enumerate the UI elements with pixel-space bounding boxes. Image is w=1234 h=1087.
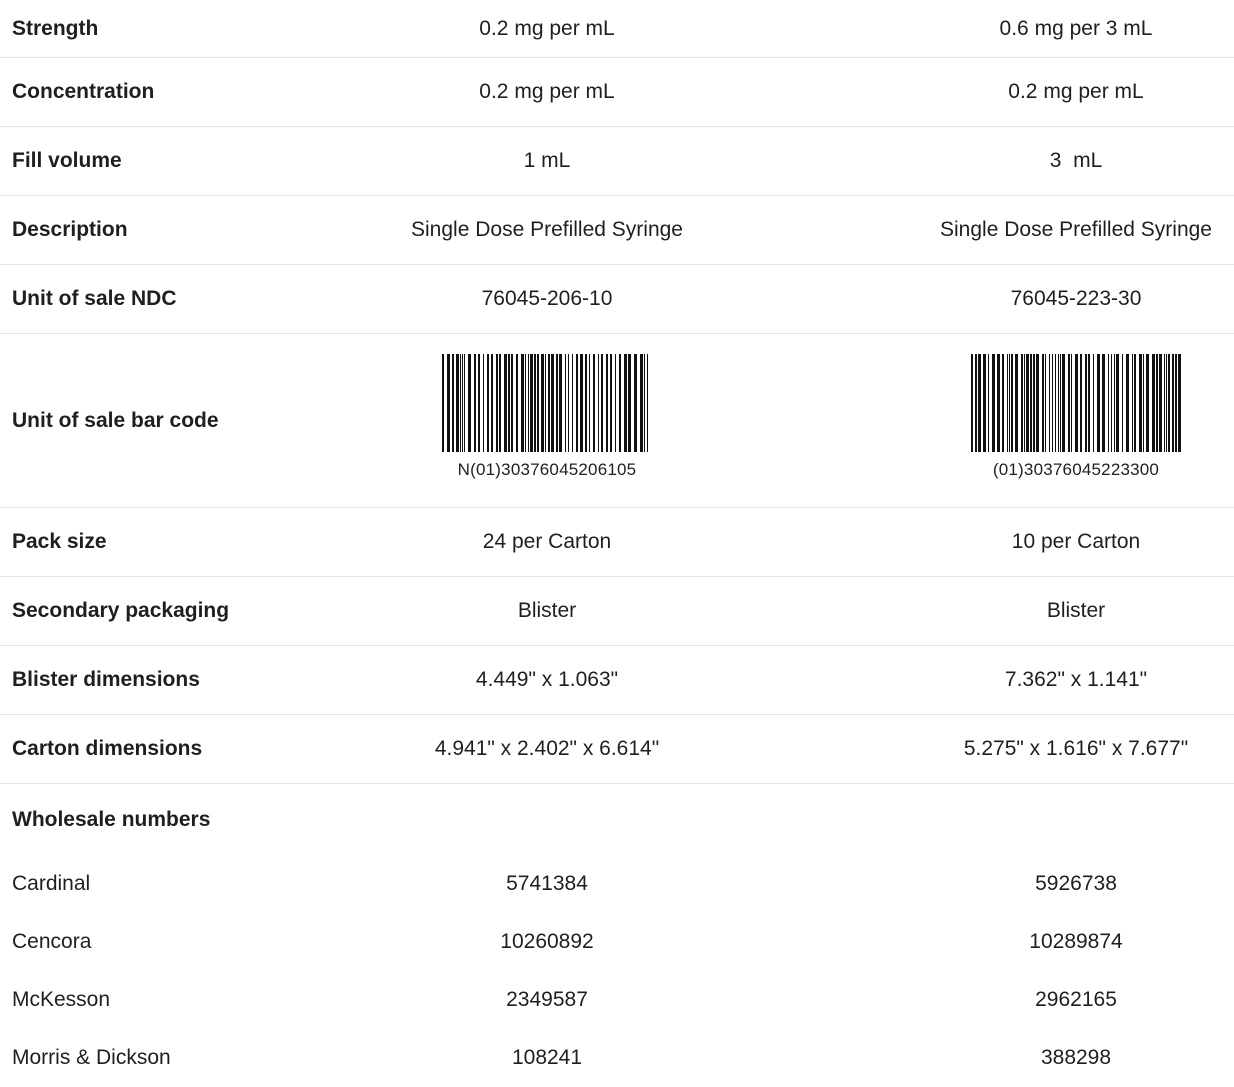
row-label: McKesson: [12, 988, 111, 1011]
row-pack-size: Pack size 24 per Carton 10 per Carton: [0, 508, 1234, 577]
row-unit-of-sale-bar-code: Unit of sale bar code N(01)3037604520610…: [0, 334, 1234, 508]
row-wholesale-morris-dickson: Morris & Dickson 108241 388298: [0, 1029, 1234, 1087]
value-col2: 10289874: [1029, 930, 1123, 953]
row-wholesale-cardinal: Cardinal 5741384 5926738: [0, 855, 1234, 913]
value-col2: 3 mL: [1049, 149, 1103, 172]
value-col1: 10260892: [500, 930, 594, 953]
value-col2: Blister: [1046, 599, 1106, 622]
row-label: Secondary packaging: [12, 599, 230, 622]
row-wholesale-mckesson: McKesson 2349587 2962165: [0, 971, 1234, 1029]
row-blister-dimensions: Blister dimensions 4.449" x 1.063" 7.362…: [0, 646, 1234, 715]
row-label: Strength: [12, 16, 99, 40]
row-wholesale-cencora: Cencora 10260892 10289874: [0, 913, 1234, 971]
value-col1: 2349587: [506, 988, 588, 1011]
barcode-image: [442, 354, 648, 452]
row-secondary-packaging: Secondary packaging Blister Blister: [0, 577, 1234, 646]
row-label: Fill volume: [12, 149, 122, 172]
row-label: Morris & Dickson: [12, 1046, 171, 1069]
value-col2: 2962165: [1035, 988, 1117, 1011]
value-col2: 5926738: [1035, 872, 1117, 895]
row-label: Carton dimensions: [12, 737, 203, 760]
value-col1: 0.2 mg per mL: [479, 80, 615, 103]
value-col2: 10 per Carton: [1011, 530, 1141, 553]
section-heading: Wholesale numbers: [12, 807, 211, 831]
row-label: Blister dimensions: [12, 668, 200, 691]
value-col2: 7.362" x 1.141": [1004, 668, 1148, 691]
row-label: Concentration: [12, 80, 155, 103]
value-col2: Single Dose Prefilled Syringe: [940, 218, 1212, 241]
row-concentration: Concentration 0.2 mg per mL 0.2 mg per m…: [0, 58, 1234, 127]
barcode-text: N(01)30376045206105: [457, 460, 637, 479]
value-col2: 388298: [1040, 1046, 1112, 1069]
value-col2: 0.2 mg per mL: [1008, 80, 1144, 103]
wholesale-numbers-heading: Wholesale numbers: [0, 784, 1234, 855]
row-label: Description: [12, 218, 128, 241]
row-label: Unit of sale bar code: [12, 408, 219, 432]
value-col1: 76045-206-10: [481, 287, 613, 310]
row-description: Description Single Dose Prefilled Syring…: [0, 196, 1234, 265]
barcode-col1: N(01)30376045206105: [441, 354, 653, 480]
barcode-col2: (01)30376045223300: [970, 354, 1182, 480]
value-col1: 24 per Carton: [482, 530, 612, 553]
value-col1: Blister: [517, 599, 577, 622]
row-strength: Strength 0.2 mg per mL 0.6 mg per 3 mL: [0, 0, 1234, 58]
value-col1: 108241: [511, 1046, 583, 1069]
barcode-text: (01)30376045223300: [992, 460, 1160, 479]
row-label: Cardinal: [12, 872, 91, 895]
value-col1: 5741384: [506, 872, 588, 895]
row-label: Cencora: [12, 930, 92, 953]
value-col2: 0.6 mg per 3 mL: [999, 16, 1153, 40]
value-col1: 0.2 mg per mL: [479, 16, 615, 40]
row-fill-volume: Fill volume 1 mL 3 mL: [0, 127, 1234, 196]
row-label: Unit of sale NDC: [12, 287, 177, 310]
row-label: Pack size: [12, 530, 107, 553]
row-unit-of-sale-ndc: Unit of sale NDC 76045-206-10 76045-223-…: [0, 265, 1234, 334]
product-spec-table: Strength 0.2 mg per mL 0.6 mg per 3 mL C…: [0, 0, 1234, 1087]
value-col1: Single Dose Prefilled Syringe: [411, 218, 683, 241]
value-col1: 1 mL: [523, 149, 571, 172]
value-col1: 4.449" x 1.063": [475, 668, 619, 691]
value-col2: 76045-223-30: [1010, 287, 1142, 310]
barcode-image: [971, 354, 1181, 452]
value-col2: 5.275" x 1.616" x 7.677": [963, 737, 1189, 760]
row-carton-dimensions: Carton dimensions 4.941" x 2.402" x 6.61…: [0, 715, 1234, 784]
value-col1: 4.941" x 2.402" x 6.614": [434, 737, 660, 760]
